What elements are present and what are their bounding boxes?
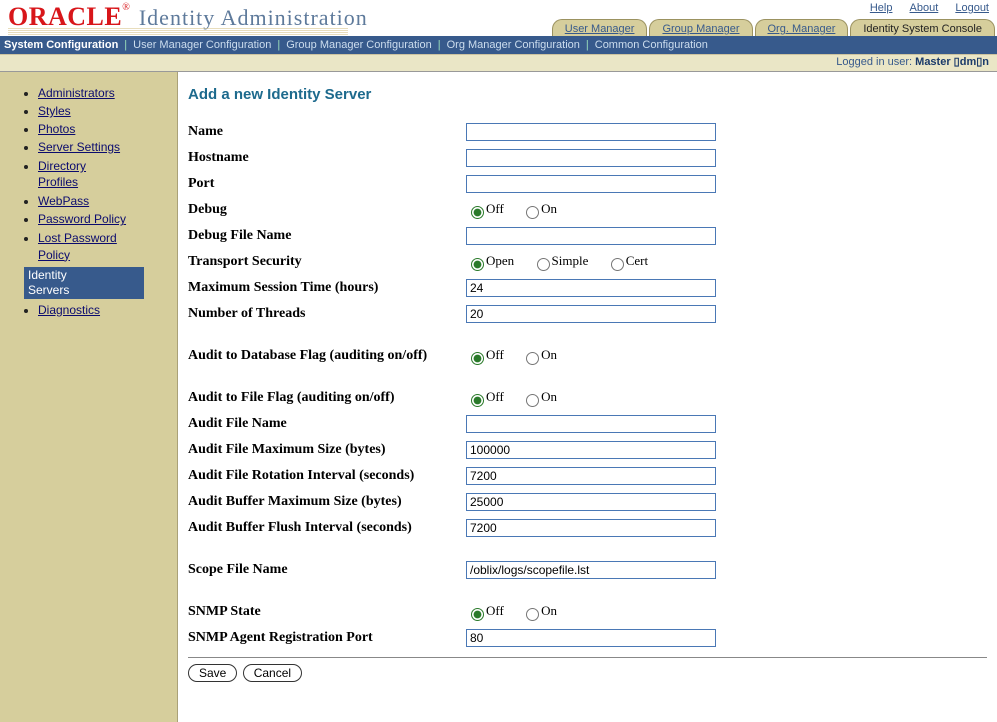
label-name: Name: [188, 124, 466, 140]
row-max-session: Maximum Session Time (hours): [188, 277, 987, 299]
top-links: Help About Logout: [856, 2, 989, 14]
input-audit-buf-flush[interactable]: [466, 519, 716, 537]
subnav-user-manager-config[interactable]: User Manager Configuration: [133, 39, 271, 51]
input-debug-file[interactable]: [466, 227, 716, 245]
radio-snmp-on[interactable]: [526, 608, 539, 621]
sidebar-item-lost-password-policy: Lost PasswordPolicy: [38, 230, 167, 262]
label-scope: Scope File Name: [188, 562, 466, 578]
radio-debug-off[interactable]: [471, 206, 484, 219]
input-audit-file-name[interactable]: [466, 415, 716, 433]
row-port: Port: [188, 173, 987, 195]
brand-reg: ®: [122, 2, 131, 13]
sidebar-item-diagnostics: Diagnostics: [38, 303, 167, 317]
label-snmp-port: SNMP Agent Registration Port: [188, 630, 466, 646]
radio-transport-open[interactable]: [471, 258, 484, 271]
login-bar: Logged in user: Master ▯dm▯n: [0, 54, 997, 72]
row-audit-max: Audit File Maximum Size (bytes): [188, 439, 987, 461]
label-hostname: Hostname: [188, 150, 466, 166]
logged-in-user: Master ▯dm▯n: [915, 56, 989, 68]
input-threads[interactable]: [466, 305, 716, 323]
input-port[interactable]: [466, 175, 716, 193]
sidebar: Administrators Styles Photos Server Sett…: [0, 72, 178, 722]
subnav-system-config[interactable]: System Configuration: [4, 39, 118, 51]
subnav: System Configuration | User Manager Conf…: [0, 36, 997, 54]
row-scope: Scope File Name: [188, 559, 987, 581]
brand-subtitle: Identity Administration: [135, 5, 368, 30]
row-audit-db: Audit to Database Flag (auditing on/off)…: [188, 345, 987, 367]
radio-audit-file-off[interactable]: [471, 394, 484, 407]
label-audit-file-name: Audit File Name: [188, 416, 466, 432]
subnav-sep: |: [277, 39, 280, 51]
sidebar-item-directory-profiles: DirectoryProfiles: [38, 158, 167, 190]
subnav-sep: |: [586, 39, 589, 51]
row-snmp-port: SNMP Agent Registration Port: [188, 627, 987, 649]
label-port: Port: [188, 176, 466, 192]
row-audit-file-name: Audit File Name: [188, 413, 987, 435]
radio-debug-on[interactable]: [526, 206, 539, 219]
radio-audit-file-on[interactable]: [526, 394, 539, 407]
subnav-sep: |: [438, 39, 441, 51]
radio-audit-db-off[interactable]: [471, 352, 484, 365]
radio-audit-db-on[interactable]: [526, 352, 539, 365]
help-link[interactable]: Help: [870, 2, 893, 14]
row-audit-rot: Audit File Rotation Interval (seconds): [188, 465, 987, 487]
sidebar-item-styles: Styles: [38, 104, 167, 118]
sidebar-list: Administrators Styles Photos Server Sett…: [24, 86, 167, 317]
input-snmp-port[interactable]: [466, 629, 716, 647]
row-snmp-state: SNMP State Off On: [188, 601, 987, 623]
label-audit-buf-flush: Audit Buffer Flush Interval (seconds): [188, 520, 466, 536]
sidebar-item-password-policy: Password Policy: [38, 212, 167, 226]
content: Add a new Identity Server Name Hostname …: [178, 72, 997, 722]
button-bar: Save Cancel: [188, 657, 987, 682]
row-name: Name: [188, 121, 987, 143]
label-audit-buf-max: Audit Buffer Maximum Size (bytes): [188, 494, 466, 510]
row-debug-file: Debug File Name: [188, 225, 987, 247]
radio-transport-cert[interactable]: [611, 258, 624, 271]
label-snmp-state: SNMP State: [188, 604, 466, 620]
page-title: Add a new Identity Server: [188, 86, 987, 103]
tab-row: User Manager Group Manager Org. Manager …: [550, 16, 995, 38]
label-audit-db: Audit to Database Flag (auditing on/off): [188, 348, 466, 364]
sidebar-item-photos: Photos: [38, 122, 167, 136]
row-hostname: Hostname: [188, 147, 987, 169]
logout-link[interactable]: Logout: [955, 2, 989, 14]
input-audit-rot[interactable]: [466, 467, 716, 485]
subnav-org-manager-config[interactable]: Org Manager Configuration: [447, 39, 580, 51]
label-max-session: Maximum Session Time (hours): [188, 280, 466, 296]
label-audit-max: Audit File Maximum Size (bytes): [188, 442, 466, 458]
row-audit-file-flag: Audit to File Flag (auditing on/off) Off…: [188, 387, 987, 409]
sidebar-item-identity-servers[interactable]: IdentityServers: [24, 267, 167, 299]
radio-snmp-off[interactable]: [471, 608, 484, 621]
logged-in-prefix: Logged in user:: [836, 56, 915, 68]
input-name[interactable]: [466, 123, 716, 141]
sidebar-item-server-settings: Server Settings: [38, 140, 167, 154]
label-transport: Transport Security: [188, 254, 466, 270]
row-debug: Debug Off On: [188, 199, 987, 221]
input-scope[interactable]: [466, 561, 716, 579]
brand-logo: ORACLE: [8, 2, 122, 31]
subnav-group-manager-config[interactable]: Group Manager Configuration: [286, 39, 432, 51]
subnav-common-config[interactable]: Common Configuration: [595, 39, 708, 51]
input-audit-max[interactable]: [466, 441, 716, 459]
sidebar-item-webpass: WebPass: [38, 194, 167, 208]
input-max-session[interactable]: [466, 279, 716, 297]
label-debug-file: Debug File Name: [188, 228, 466, 244]
row-audit-buf-max: Audit Buffer Maximum Size (bytes): [188, 491, 987, 513]
about-link[interactable]: About: [910, 2, 939, 14]
label-audit-rot: Audit File Rotation Interval (seconds): [188, 468, 466, 484]
input-audit-buf-max[interactable]: [466, 493, 716, 511]
header: ORACLE® Identity Administration Help Abo…: [0, 0, 997, 54]
subnav-sep: |: [124, 39, 127, 51]
row-transport: Transport Security Open Simple Cert: [188, 251, 987, 273]
row-threads: Number of Threads: [188, 303, 987, 325]
radio-transport-simple[interactable]: [537, 258, 550, 271]
label-threads: Number of Threads: [188, 306, 466, 322]
row-audit-buf-flush: Audit Buffer Flush Interval (seconds): [188, 517, 987, 539]
label-debug: Debug: [188, 202, 466, 218]
input-hostname[interactable]: [466, 149, 716, 167]
main: Administrators Styles Photos Server Sett…: [0, 72, 997, 722]
label-audit-file-flag: Audit to File Flag (auditing on/off): [188, 390, 466, 406]
sidebar-item-administrators: Administrators: [38, 86, 167, 100]
